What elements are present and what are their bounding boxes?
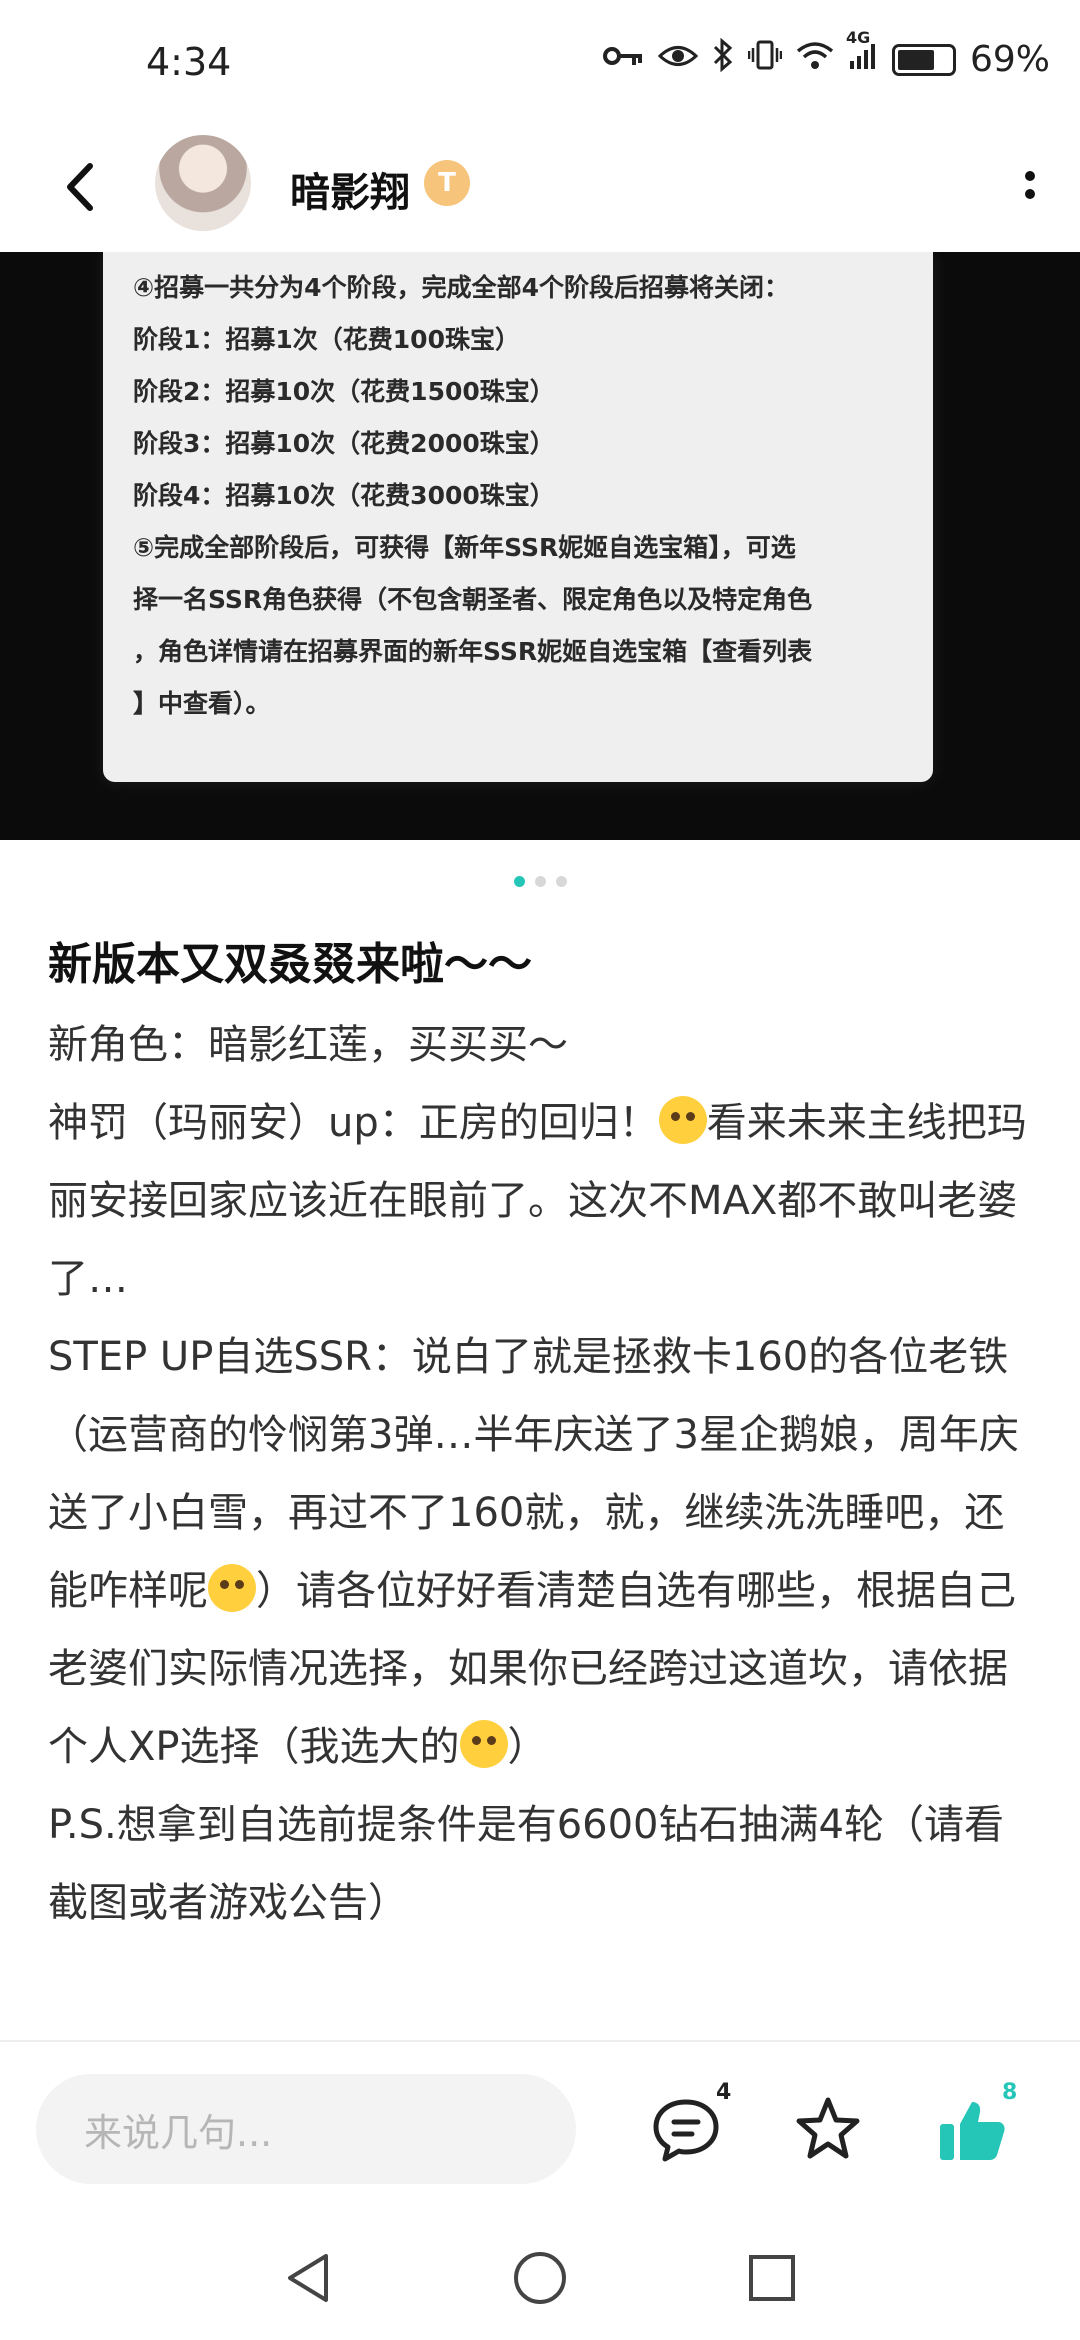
announcement-line: 择一名SSR角色获得（不包含朝圣者、限定角色以及特定角色 <box>133 585 813 614</box>
announcement-line: ，角色详情请在招募界面的新年SSR妮姬自选宝箱【查看列表 <box>133 637 813 666</box>
system-nav-bar <box>0 2220 1080 2340</box>
post-header: 暗影翔 T <box>0 130 1080 250</box>
carousel-indicator <box>0 876 1080 887</box>
announcement-line: 】中查看）。 <box>133 689 271 718</box>
cellular-icon: 4G <box>846 28 878 80</box>
more-vertical-icon <box>1025 171 1035 199</box>
square-recents-icon <box>749 2255 795 2301</box>
status-time: 4:34 <box>146 40 232 84</box>
battery-fill <box>897 49 934 70</box>
like-button[interactable] <box>934 2092 1010 2168</box>
user-level-badge: T <box>424 160 470 206</box>
bluetooth-icon <box>712 37 734 81</box>
nav-home-button[interactable] <box>510 2248 570 2308</box>
status-icons: 4G 69% <box>602 28 1050 81</box>
announcement-line: ⑤完成全部阶段后，可获得【新年SSR妮姬自选宝箱】，可选 <box>133 533 796 562</box>
comment-button[interactable] <box>648 2092 724 2168</box>
like-count: 8 <box>1002 2080 1018 2105</box>
drooling-face-emoji-icon <box>459 1720 508 1768</box>
carousel-dot <box>513 876 525 887</box>
bottom-divider <box>0 2040 1080 2042</box>
nav-back-button[interactable] <box>278 2248 338 2308</box>
post-text: ） <box>507 1724 548 1770</box>
comment-icon <box>653 2099 719 2162</box>
key-icon <box>602 40 644 80</box>
announcement-line: ④招募一共分为4个阶段，完成全部4个阶段后招募将关闭： <box>133 273 789 302</box>
vibrate-icon <box>747 39 783 80</box>
triangle-back-icon <box>288 2254 328 2302</box>
post-paragraph: 神罚（玛丽安）up：正房的回归！ 看来未来主线把玛丽安接回家应该近在眼前了。这次不… <box>48 1084 1038 1318</box>
carousel-dot <box>555 876 567 887</box>
post-paragraph: 新角色：暗影红莲，买买买～ <box>48 1022 568 1068</box>
thumbs-up-icon <box>940 2102 1005 2160</box>
battery-percent: 69% <box>969 39 1050 80</box>
nav-recents-button[interactable] <box>742 2248 802 2308</box>
avatar[interactable] <box>155 135 251 231</box>
announcement-line: 阶段1：招募1次（花费100珠宝） <box>133 325 520 354</box>
carousel-dot <box>534 876 546 887</box>
more-options-button[interactable] <box>1020 160 1040 220</box>
announcement-text: ④招募一共分为4个阶段，完成全部4个阶段后招募将关闭： 阶段1：招募1次（花费10… <box>133 262 913 730</box>
author-name[interactable]: 暗影翔 <box>290 160 410 218</box>
comment-input[interactable]: 来说几句... <box>36 2074 576 2184</box>
wifi-icon <box>796 40 834 80</box>
post-paragraph: STEP UP自选SSR：说白了就是拯救卡160的各位老铁（运营商的怜悯第3弹…… <box>48 1318 1038 1786</box>
announcement-line: 阶段4：招募10次（花费3000珠宝） <box>133 481 555 510</box>
post-image[interactable]: ④招募一共分为4个阶段，完成全部4个阶段后招募将关闭： 阶段1：招募1次（花费10… <box>0 252 1080 840</box>
status-bar: 4:34 4G 69% <box>0 0 1080 130</box>
announcement-line: 阶段3：招募10次（花费2000珠宝） <box>133 429 555 458</box>
announcement-paper: ④招募一共分为4个阶段，完成全部4个阶段后招募将关闭： 阶段1：招募1次（花费10… <box>103 252 933 782</box>
crying-face-emoji-icon <box>208 1564 256 1612</box>
comment-count: 4 <box>716 2080 732 2105</box>
network-type-label: 4G <box>845 27 871 47</box>
post-title: 新版本又双叒叕来啦～～ <box>48 939 532 990</box>
circle-home-icon <box>514 2252 566 2304</box>
post-text: 神罚（玛丽安）up：正房的回归！ <box>48 1100 659 1146</box>
post-body: 新角色：暗影红莲，买买买～ 神罚（玛丽安）up：正房的回归！ 看来未来主线把玛丽安… <box>48 1006 1038 1942</box>
chevron-left-icon <box>67 163 93 211</box>
announcement-line: 阶段2：招募10次（花费1500珠宝） <box>133 377 555 406</box>
favorite-button[interactable] <box>790 2092 866 2168</box>
dizzy-face-emoji-icon <box>658 1096 707 1144</box>
back-button[interactable] <box>50 152 120 222</box>
post-paragraph: P.S.想拿到自选前提条件是有6600钻石抽满4轮（请看截图或者游戏公告） <box>48 1802 1004 1926</box>
eye-icon <box>657 40 699 80</box>
battery-icon <box>891 43 956 76</box>
star-icon <box>796 2097 860 2159</box>
